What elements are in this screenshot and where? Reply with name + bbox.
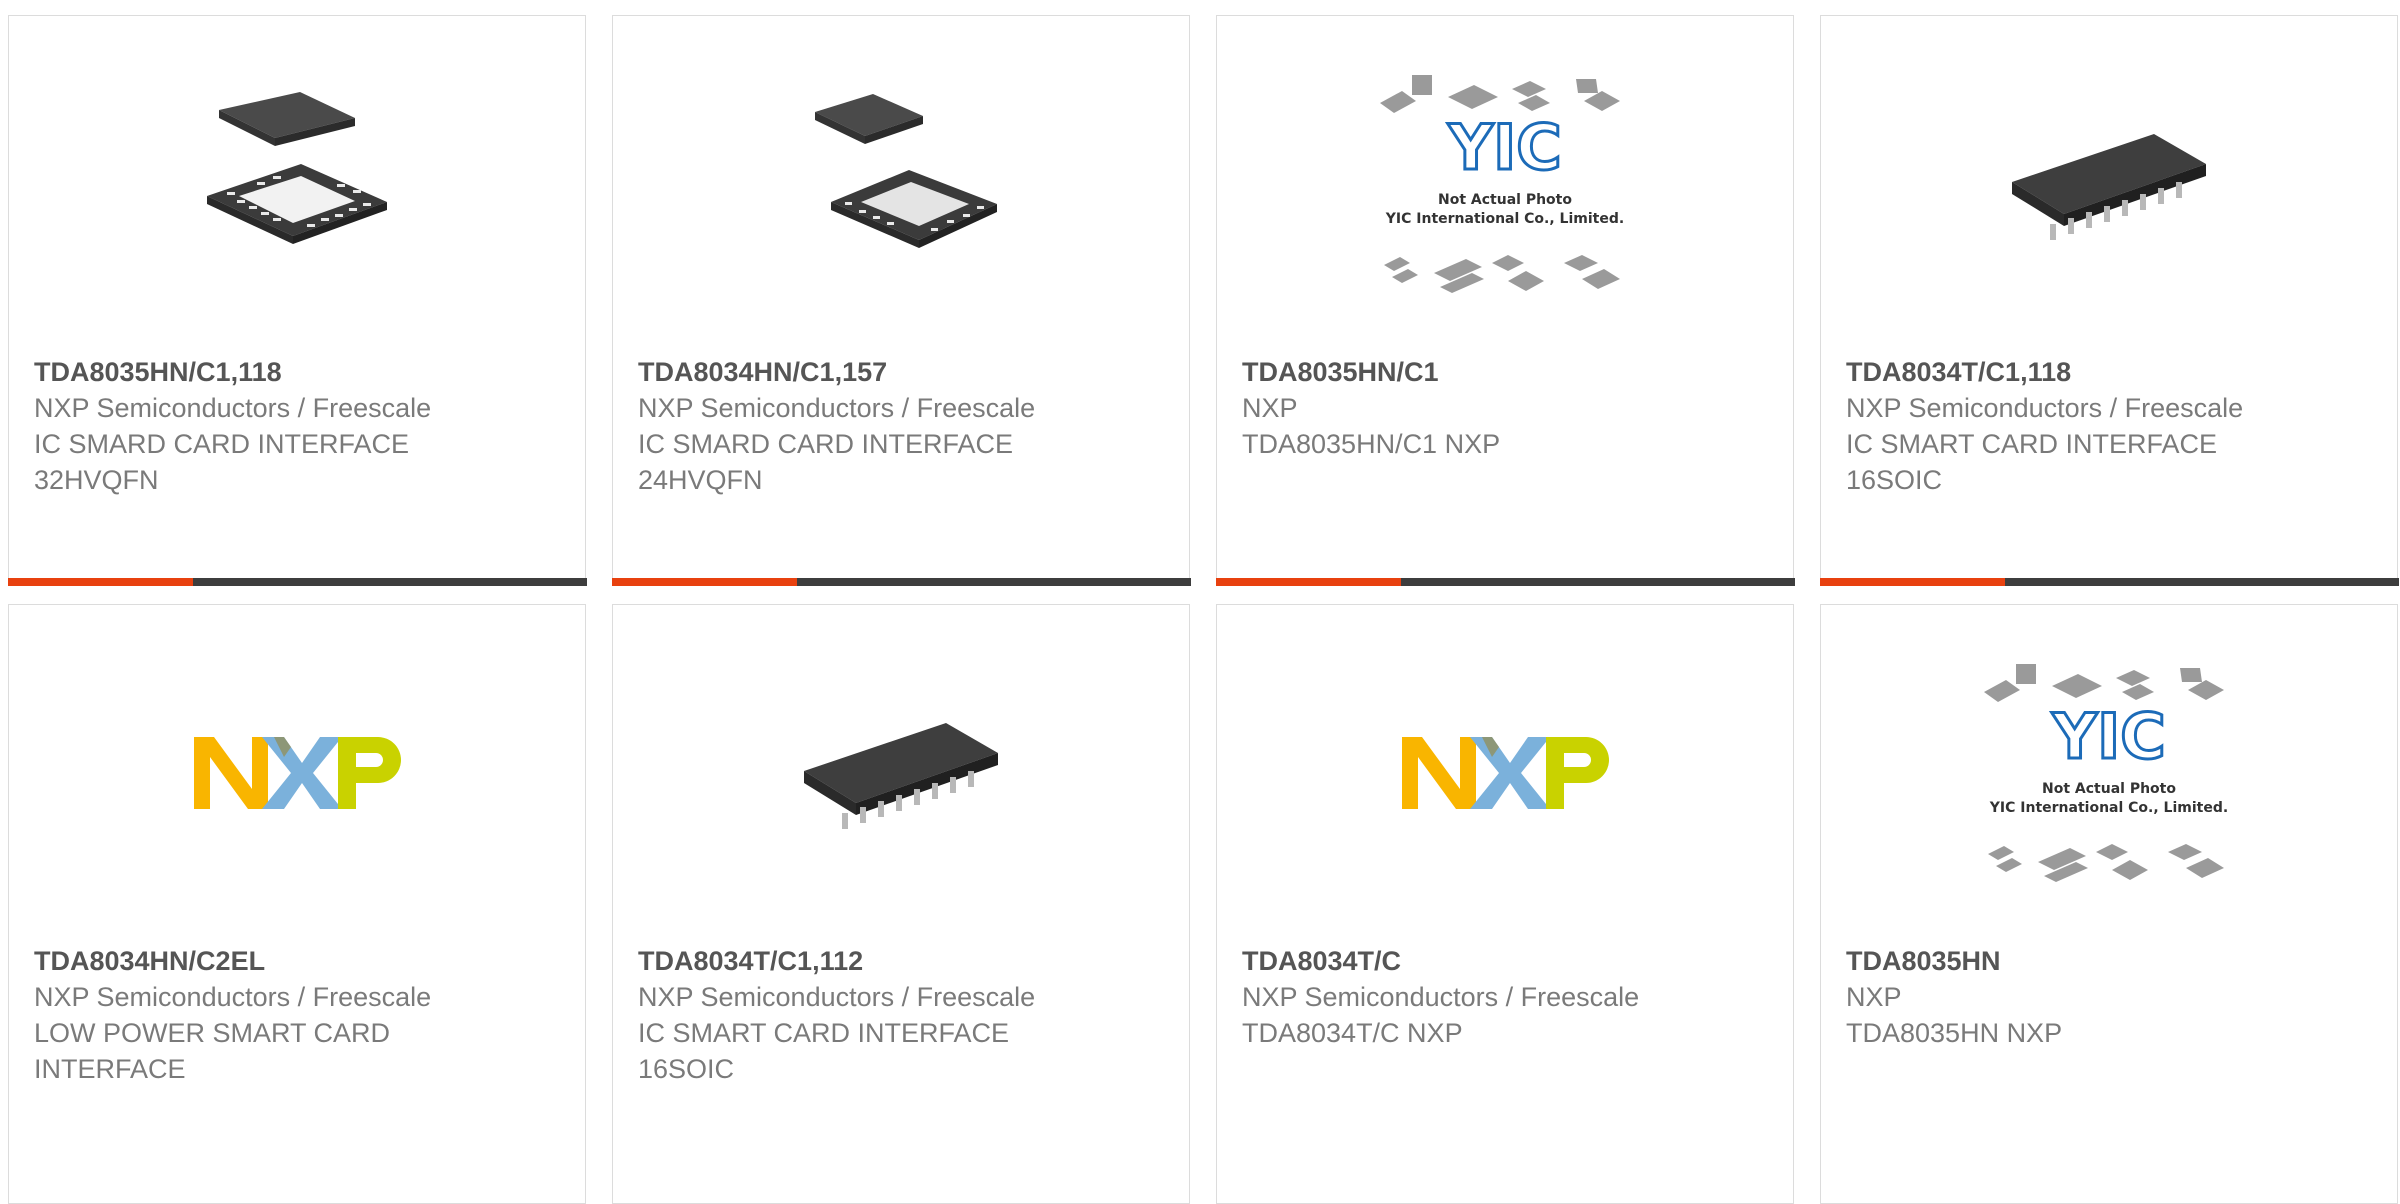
manufacturer: NXP Semiconductors / Freescale (1242, 982, 1640, 1012)
hover-accent-fill (611, 577, 797, 586)
product-info: TDA8034HN/C1,157 NXP Semiconductors / Fr… (638, 354, 1169, 498)
product-card[interactable]: TDA8034HN/C2EL NXP Semiconductors / Free… (8, 604, 586, 1204)
product-card[interactable]: YIC Not Actual Photo YIC International C… (1215, 15, 1795, 586)
placeholder-caption: YIC International Co., Limited. (1989, 800, 2228, 816)
part-number[interactable]: TDA8034T/C1,118 (1846, 354, 2377, 390)
hover-accent-bar (1819, 577, 2399, 586)
placeholder-caption: Not Actual Photo (2042, 781, 2176, 797)
product-image[interactable]: YIC Not Actual Photo YIC International C… (1821, 605, 2397, 940)
yic-logo: YIC (1447, 111, 1561, 184)
product-image[interactable] (1217, 605, 1793, 940)
manufacturer: NXP Semiconductors / Freescale (638, 393, 1036, 423)
hover-accent-bar (611, 577, 1191, 586)
product-image[interactable] (613, 16, 1189, 351)
product-card[interactable]: YIC Not Actual Photo YIC International C… (1820, 604, 2398, 1204)
qfn-24-chip-icon (815, 93, 997, 248)
soic-16-chip-icon (2012, 133, 2206, 240)
description-line: IC SMARD CARD INTERFACE (34, 429, 410, 459)
description-line: 16SOIC (1846, 465, 1943, 495)
hover-accent-fill (1819, 577, 2005, 586)
product-info: TDA8034T/C1,112 NXP Semiconductors / Fre… (638, 943, 1169, 1087)
hover-accent-fill (7, 577, 193, 586)
qfn-32-chip-icon (207, 91, 387, 244)
product-image[interactable] (1821, 16, 2397, 351)
product-image[interactable] (9, 605, 585, 940)
part-number[interactable]: TDA8034T/C1,112 (638, 943, 1169, 979)
part-number[interactable]: TDA8034HN/C2EL (34, 943, 565, 979)
product-info: TDA8034T/C NXP Semiconductors / Freescal… (1242, 943, 1773, 1051)
soic-16-chip-icon (804, 722, 998, 829)
description-line: INTERFACE (34, 1054, 186, 1084)
hover-accent-fill (1215, 577, 1401, 586)
product-card[interactable]: TDA8034HN/C1,157 NXP Semiconductors / Fr… (611, 15, 1191, 586)
yic-logo: YIC (2051, 700, 2165, 773)
product-info: TDA8035HN NXP TDA8035HN NXP (1846, 943, 2377, 1051)
placeholder-caption: YIC International Co., Limited. (1385, 211, 1624, 227)
description-line: TDA8035HN NXP (1846, 1018, 2063, 1048)
yic-placeholder-icon: YIC Not Actual Photo YIC International C… (1380, 74, 1624, 293)
product-card[interactable]: TDA8034T/C1,112 NXP Semiconductors / Fre… (612, 604, 1190, 1204)
product-grid: TDA8035HN/C1,118 NXP Semiconductors / Fr… (0, 0, 2400, 1204)
part-number[interactable]: TDA8035HN (1846, 943, 2377, 979)
description-line: IC SMART CARD INTERFACE (638, 1018, 1010, 1048)
hover-accent-bar (7, 577, 587, 586)
description-line: 32HVQFN (34, 465, 159, 495)
part-number[interactable]: TDA8034HN/C1,157 (638, 354, 1169, 390)
product-card[interactable]: TDA8034T/C1,118 NXP Semiconductors / Fre… (1819, 15, 2399, 586)
description-line: IC SMART CARD INTERFACE (1846, 429, 2218, 459)
product-image[interactable] (613, 605, 1189, 940)
hover-accent-bar (1215, 577, 1795, 586)
manufacturer: NXP Semiconductors / Freescale (638, 982, 1036, 1012)
manufacturer: NXP Semiconductors / Freescale (1846, 393, 2244, 423)
product-image[interactable]: YIC Not Actual Photo YIC International C… (1217, 16, 1793, 351)
manufacturer: NXP Semiconductors / Freescale (34, 982, 432, 1012)
product-card[interactable]: TDA8034T/C NXP Semiconductors / Freescal… (1216, 604, 1794, 1204)
nxp-logo-icon (194, 736, 401, 809)
description-line: 16SOIC (638, 1054, 735, 1084)
description-line: IC SMARD CARD INTERFACE (638, 429, 1014, 459)
placeholder-caption: Not Actual Photo (1438, 192, 1572, 208)
manufacturer: NXP (1846, 982, 1902, 1012)
nxp-logo-icon (1402, 736, 1609, 809)
part-number[interactable]: TDA8035HN/C1,118 (34, 354, 565, 390)
yic-placeholder-icon: YIC Not Actual Photo YIC International C… (1984, 663, 2228, 882)
manufacturer: NXP Semiconductors / Freescale (34, 393, 432, 423)
description-line: TDA8034T/C NXP (1242, 1018, 1463, 1048)
part-number[interactable]: TDA8035HN/C1 (1242, 354, 1773, 390)
description-line: LOW POWER SMART CARD (34, 1018, 391, 1048)
description-line: TDA8035HN/C1 NXP (1242, 429, 1501, 459)
product-info: TDA8034T/C1,118 NXP Semiconductors / Fre… (1846, 354, 2377, 498)
product-image[interactable] (9, 16, 585, 351)
manufacturer: NXP (1242, 393, 1298, 423)
product-info: TDA8035HN/C1,118 NXP Semiconductors / Fr… (34, 354, 565, 498)
description-line: 24HVQFN (638, 465, 763, 495)
product-card[interactable]: TDA8035HN/C1,118 NXP Semiconductors / Fr… (7, 15, 587, 586)
product-info: TDA8035HN/C1 NXP TDA8035HN/C1 NXP (1242, 354, 1773, 462)
part-number[interactable]: TDA8034T/C (1242, 943, 1773, 979)
product-info: TDA8034HN/C2EL NXP Semiconductors / Free… (34, 943, 565, 1087)
